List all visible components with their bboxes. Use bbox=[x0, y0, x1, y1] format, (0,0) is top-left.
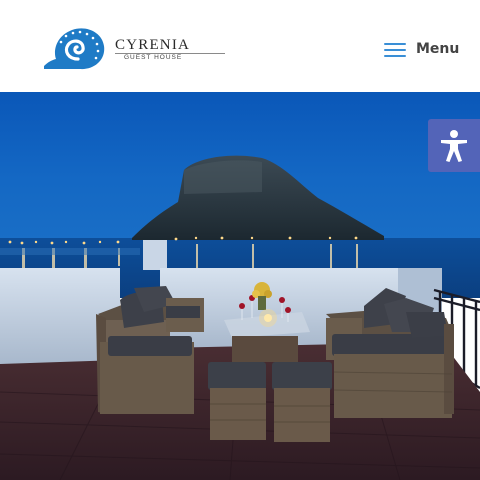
brand-subtitle: GUEST HOUSE bbox=[124, 54, 183, 61]
brand-name: CYRENIA bbox=[115, 37, 191, 53]
accessibility-person-icon bbox=[441, 129, 467, 162]
logo-link[interactable]: CYRENIA GUEST HOUSE bbox=[42, 26, 225, 72]
hamburger-icon bbox=[384, 40, 406, 58]
hero-terrace-scene bbox=[0, 92, 480, 480]
accessibility-toggle-button[interactable] bbox=[428, 119, 480, 172]
logo-wave-icon bbox=[44, 28, 105, 70]
hero-image bbox=[0, 92, 480, 480]
menu-label: Menu bbox=[416, 41, 460, 57]
menu-button[interactable]: Menu bbox=[384, 36, 464, 62]
site-header: CYRENIA GUEST HOUSE Menu bbox=[0, 0, 480, 92]
